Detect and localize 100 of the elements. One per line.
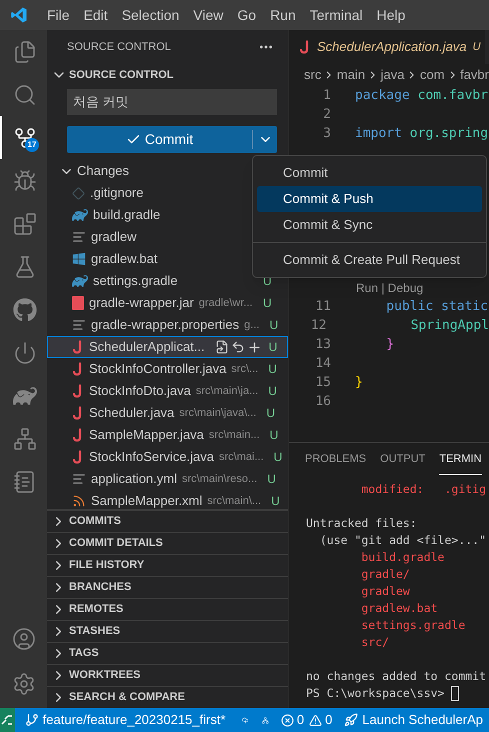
status-letter: U (274, 449, 282, 466)
menu-item[interactable]: Selection (114, 4, 186, 26)
terminal-line: Untracked files: (306, 515, 417, 532)
section-header[interactable]: COMMITS (69, 513, 121, 530)
menu-item[interactable]: Terminal (302, 4, 370, 26)
file-row[interactable]: SampleMapper.xml src\main\... U (47, 490, 288, 509)
elephant-icon (72, 207, 88, 223)
java-file-icon (72, 362, 84, 376)
file-row[interactable]: application.yml src\main\reso... U (47, 468, 288, 490)
breadcrumb-item[interactable]: favbr (460, 65, 489, 85)
account-icon[interactable] (12, 626, 36, 650)
launch-button[interactable]: Launch SchedulerAp (338, 710, 489, 730)
plus-icon[interactable] (246, 340, 262, 354)
status-letter: U (268, 361, 277, 378)
section-header[interactable]: BRANCHES (69, 579, 132, 596)
file-row[interactable]: gradle-wrapper.properties g... U (47, 314, 288, 336)
menu-item[interactable]: Help (370, 4, 412, 26)
file-name: SchedulerApplicat... (89, 338, 205, 356)
status-letter: U (266, 405, 275, 422)
menu-item[interactable]: Commit (257, 160, 482, 186)
run-debug-icon[interactable] (12, 168, 36, 192)
branch-button[interactable]: feature/feature_20230215_first* (14, 710, 234, 730)
power-icon[interactable] (12, 340, 36, 364)
line-number: 15 (314, 374, 332, 392)
lines-icon (72, 318, 86, 332)
code-line: } (355, 374, 363, 392)
search-icon[interactable] (12, 82, 36, 106)
file-row[interactable]: StockInfoController.java src\... U (47, 358, 288, 380)
problems-button[interactable]: 0 0 (274, 710, 338, 730)
files-icon[interactable] (12, 40, 36, 64)
section-header[interactable]: SEARCH & COMPARE (69, 689, 185, 706)
section-header[interactable]: TAGS (69, 645, 99, 662)
file-row[interactable]: SampleMapper.java src\main... U (47, 424, 288, 446)
lines-icon (72, 472, 86, 486)
breadcrumb-item[interactable]: com (420, 65, 445, 85)
sidebar-title: SOURCE CONTROL (67, 40, 171, 55)
code-line: } (385, 336, 394, 354)
file-path: src\mai... (219, 450, 264, 465)
section-header[interactable]: SOURCE CONTROL (69, 66, 174, 84)
terminal-line: PS C:\workspace\ssv> (306, 685, 446, 702)
menu-item[interactable]: Edit (76, 4, 115, 26)
code-lens[interactable]: Run | Debug (356, 281, 424, 295)
file-row[interactable]: StockInfoDto.java src\main\ja... U (47, 380, 288, 402)
menu-item[interactable]: Commit & Create Pull Request (257, 247, 482, 273)
menu-item[interactable]: Commit & Push (257, 186, 482, 212)
section-header[interactable]: COMMIT DETAILS (69, 535, 163, 552)
graph-icon[interactable] (12, 426, 36, 450)
file-name: gradle-wrapper.properties (91, 316, 240, 334)
file-row[interactable]: StockInfoService.java src\mai... U (47, 446, 288, 468)
commit-message-field[interactable]: 처음 커밋 (67, 89, 277, 115)
file-name: StockInfoDto.java (89, 382, 191, 400)
file-row[interactable]: Scheduler.java src\main\java\... U (47, 402, 288, 424)
file-name: StockInfoService.java (89, 448, 214, 466)
notebook-icon[interactable] (12, 470, 36, 494)
jar-file-icon (72, 296, 84, 310)
panel-tab[interactable]: OUTPUT (380, 445, 426, 475)
file-row[interactable]: gradle-wrapper.jar gradle\wr... U (47, 292, 288, 314)
open-file-icon[interactable] (214, 340, 229, 354)
file-name: .gitignore (90, 184, 144, 202)
rocket-icon (344, 713, 358, 727)
terminal-line: settings.gradle (360, 617, 466, 634)
section-header[interactable]: FILE HISTORY (69, 557, 144, 574)
menu-item[interactable]: File (40, 4, 77, 26)
remote-icon (0, 713, 14, 727)
file-path: src\main\java\... (179, 406, 256, 421)
status-letter: U (269, 317, 278, 334)
menu-item[interactable]: Commit & Sync (257, 212, 482, 238)
remote-button[interactable] (0, 708, 15, 732)
menu-item[interactable]: View (186, 4, 230, 26)
section-header[interactable]: WORKTREES (69, 667, 140, 684)
terminal-line: modified: .gitig (360, 481, 486, 498)
line-number: 11 (314, 298, 332, 316)
menu-item[interactable]: Run (263, 4, 303, 26)
github-icon[interactable] (12, 298, 36, 322)
panel-tab[interactable]: PROBLEMS (305, 445, 366, 475)
extensions-icon[interactable] (12, 212, 36, 236)
line-number: 2 (322, 106, 332, 124)
discard-icon[interactable] (230, 340, 245, 354)
source-control-icon[interactable] (12, 126, 36, 150)
editor-tab[interactable]: SchedulerApplication.java U (289, 30, 485, 64)
code-line: SpringAppl (410, 316, 489, 335)
breadcrumb-item[interactable]: main (336, 65, 366, 85)
file-name: gradlew.bat (91, 250, 158, 268)
menu-item[interactable]: Go (230, 4, 264, 26)
section-header[interactable]: REMOTES (69, 601, 124, 618)
section-header[interactable]: STASHES (69, 623, 120, 640)
changes-header[interactable]: Changes (77, 161, 130, 181)
java-file-icon (72, 450, 84, 464)
file-row[interactable]: SchedulerApplicat... U (47, 336, 288, 358)
terminal-line: (use "git add <file>..." (318, 532, 486, 549)
line-number: 3 (322, 124, 332, 143)
line-number: 1 (322, 86, 332, 105)
diamond-icon (72, 186, 85, 200)
breadcrumb-item[interactable]: src (304, 65, 322, 85)
java-file-icon (72, 428, 84, 442)
code-line: package com.favbr (355, 86, 488, 105)
breadcrumb-item[interactable]: java (380, 65, 404, 85)
file-name: build.gradle (93, 206, 160, 224)
panel-tab[interactable]: TERMIN (439, 445, 482, 475)
settings-icon[interactable] (12, 672, 36, 696)
